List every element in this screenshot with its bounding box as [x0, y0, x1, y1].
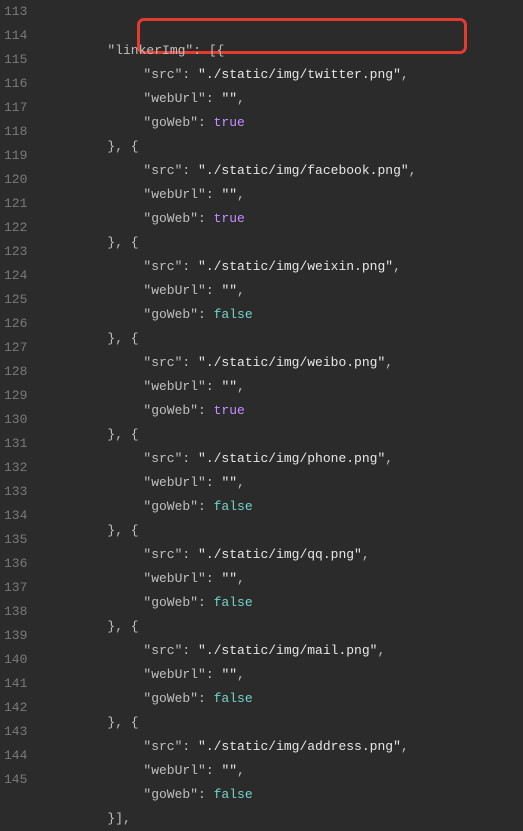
code-line[interactable]: "src": "./static/img/address.png",	[35, 735, 523, 759]
line-number: 120	[4, 168, 27, 192]
code-line[interactable]: "webUrl": "",	[35, 663, 523, 687]
line-number: 131	[4, 432, 27, 456]
line-number: 115	[4, 48, 27, 72]
line-number: 132	[4, 456, 27, 480]
line-number: 121	[4, 192, 27, 216]
code-line[interactable]: "webUrl": "",	[35, 183, 523, 207]
code-line[interactable]: "src": "./static/img/weibo.png",	[35, 351, 523, 375]
line-number: 125	[4, 288, 27, 312]
line-number: 126	[4, 312, 27, 336]
line-number: 135	[4, 528, 27, 552]
code-line[interactable]: "goWeb": false	[35, 303, 523, 327]
code-line[interactable]: "goWeb": false	[35, 591, 523, 615]
code-line[interactable]: "src": "./static/img/facebook.png",	[35, 159, 523, 183]
line-number: 134	[4, 504, 27, 528]
code-line[interactable]: "webUrl": "",	[35, 375, 523, 399]
line-number: 124	[4, 264, 27, 288]
code-line[interactable]: "goWeb": true	[35, 207, 523, 231]
code-line[interactable]: }, {	[35, 423, 523, 447]
line-number: 145	[4, 768, 27, 792]
line-number: 139	[4, 624, 27, 648]
code-line[interactable]: }, {	[35, 135, 523, 159]
code-line[interactable]: "src": "./static/img/weixin.png",	[35, 255, 523, 279]
code-line[interactable]: "webUrl": "",	[35, 567, 523, 591]
code-line[interactable]: "linkerImg": [{	[35, 39, 523, 63]
code-line[interactable]: "goWeb": true	[35, 111, 523, 135]
code-line[interactable]: }, {	[35, 231, 523, 255]
code-line[interactable]: "webUrl": "",	[35, 87, 523, 111]
line-number: 136	[4, 552, 27, 576]
line-number: 119	[4, 144, 27, 168]
code-line[interactable]: "goWeb": true	[35, 399, 523, 423]
line-number: 142	[4, 696, 27, 720]
line-number: 133	[4, 480, 27, 504]
line-number: 122	[4, 216, 27, 240]
code-line[interactable]: }, {	[35, 711, 523, 735]
code-line[interactable]: }, {	[35, 327, 523, 351]
code-editor[interactable]: 1131141151161171181191201211221231241251…	[0, 0, 523, 789]
line-number: 123	[4, 240, 27, 264]
line-number: 129	[4, 384, 27, 408]
line-number: 130	[4, 408, 27, 432]
code-line[interactable]: "src": "./static/img/qq.png",	[35, 543, 523, 567]
code-area[interactable]: "linkerImg": [{"src": "./static/img/twit…	[35, 0, 523, 789]
line-number: 113	[4, 0, 27, 24]
code-line[interactable]: "webUrl": "",	[35, 279, 523, 303]
code-line[interactable]: }],	[35, 807, 523, 831]
line-number: 137	[4, 576, 27, 600]
line-number: 114	[4, 24, 27, 48]
code-line[interactable]: "webUrl": "",	[35, 759, 523, 783]
code-line[interactable]: "src": "./static/img/phone.png",	[35, 447, 523, 471]
code-line[interactable]: }, {	[35, 519, 523, 543]
line-number: 116	[4, 72, 27, 96]
code-line[interactable]: }, {	[35, 615, 523, 639]
line-number: 141	[4, 672, 27, 696]
line-number: 144	[4, 744, 27, 768]
line-number-gutter: 1131141151161171181191201211221231241251…	[0, 0, 35, 789]
line-number: 138	[4, 600, 27, 624]
code-line[interactable]: "src": "./static/img/twitter.png",	[35, 63, 523, 87]
code-line[interactable]: "goWeb": false	[35, 783, 523, 807]
code-line[interactable]: "webUrl": "",	[35, 471, 523, 495]
line-number: 140	[4, 648, 27, 672]
line-number: 128	[4, 360, 27, 384]
code-line[interactable]: "goWeb": false	[35, 687, 523, 711]
line-number: 143	[4, 720, 27, 744]
line-number: 127	[4, 336, 27, 360]
code-line[interactable]: "goWeb": false	[35, 495, 523, 519]
line-number: 117	[4, 96, 27, 120]
line-number: 118	[4, 120, 27, 144]
code-line[interactable]: "src": "./static/img/mail.png",	[35, 639, 523, 663]
